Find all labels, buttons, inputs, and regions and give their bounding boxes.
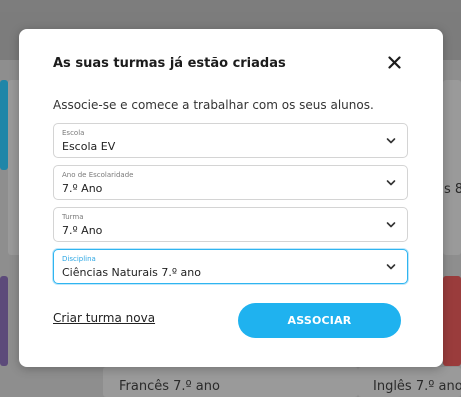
chevron-down-icon — [386, 138, 396, 144]
school-select-value: Escola EV — [62, 140, 116, 153]
subject-select-value: Ciências Naturais 7.º ano — [62, 266, 201, 279]
grade-select[interactable]: Ano de Escolaridade 7.º Ano — [53, 165, 408, 200]
dialog-subtitle: Associe-se e comece a trabalhar com os s… — [53, 98, 374, 112]
create-class-link[interactable]: Criar turma nova — [53, 311, 155, 325]
background-card-label-right: s 8. — [444, 182, 461, 197]
chevron-down-icon — [386, 264, 396, 270]
chevron-down-icon — [386, 222, 396, 228]
background-card-left-bottom-edge — [0, 276, 8, 366]
close-icon — [387, 55, 401, 69]
close-button[interactable] — [381, 49, 407, 75]
background-card-left-top — [0, 80, 8, 170]
subject-select-label: Disciplina — [62, 255, 96, 263]
dialog-title: As suas turmas já estão criadas — [53, 56, 286, 71]
associate-class-dialog: As suas turmas já estão criadas Associe-… — [19, 29, 443, 367]
background-card-right — [443, 80, 461, 255]
background-card-right-bottom-edge — [443, 276, 461, 366]
class-select-label: Turma — [62, 213, 84, 221]
background-card-label-ingles: Inglês 7.º ano — [373, 379, 461, 394]
school-select-label: Escola — [62, 129, 85, 137]
chevron-down-icon — [386, 180, 396, 186]
grade-select-label: Ano de Escolaridade — [62, 171, 134, 179]
background-card-label-frances: Francês 7.º ano — [119, 379, 220, 394]
associate-button[interactable]: ASSOCIAR — [238, 303, 401, 338]
subject-select[interactable]: Disciplina Ciências Naturais 7.º ano — [53, 249, 408, 284]
class-select-value: 7.º Ano — [62, 224, 103, 237]
class-select[interactable]: Turma 7.º Ano — [53, 207, 408, 242]
background-top-bar — [0, 0, 461, 12]
school-select[interactable]: Escola Escola EV — [53, 123, 408, 158]
grade-select-value: 7.º Ano — [62, 182, 103, 195]
